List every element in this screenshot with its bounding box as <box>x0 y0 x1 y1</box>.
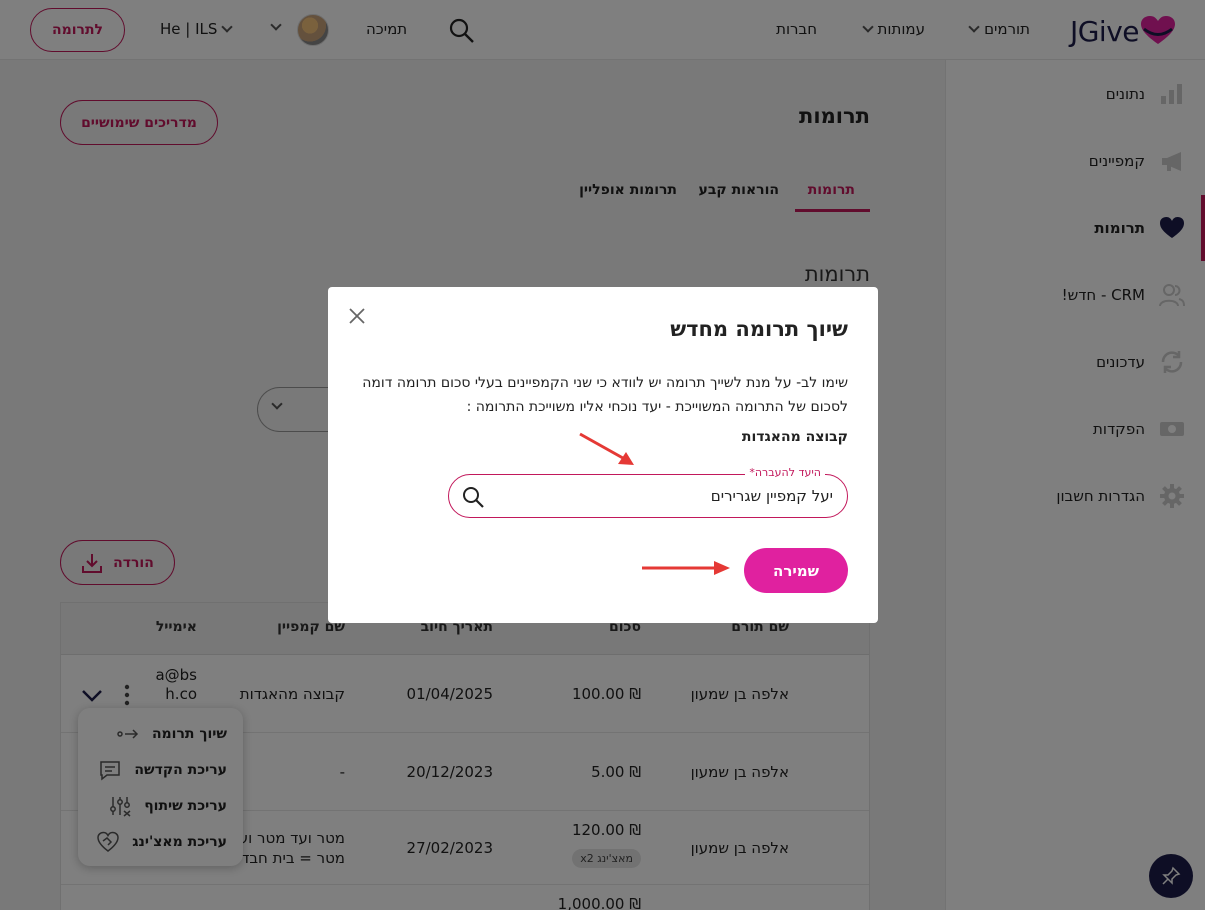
save-button[interactable]: שמירה <box>744 548 848 593</box>
target-field-value: יעל קמפיין שגרירים <box>710 487 833 505</box>
current-target-name: קבוצה מהאגדות <box>741 429 848 445</box>
annotation-arrow-icon <box>642 561 730 575</box>
dialog-title: שיוך תרומה מחדש <box>670 317 848 341</box>
target-campaign-input[interactable]: היעד להעברה* יעל קמפיין שגרירים <box>448 466 848 518</box>
dialog-description: שימו לב- על מנת לשייך תרומה יש לוודא כי … <box>362 375 848 415</box>
annotation-arrow-icon <box>579 432 634 465</box>
target-field-label: היעד להעברה* <box>745 466 825 479</box>
search-icon[interactable] <box>461 485 485 509</box>
close-icon[interactable] <box>346 305 368 327</box>
